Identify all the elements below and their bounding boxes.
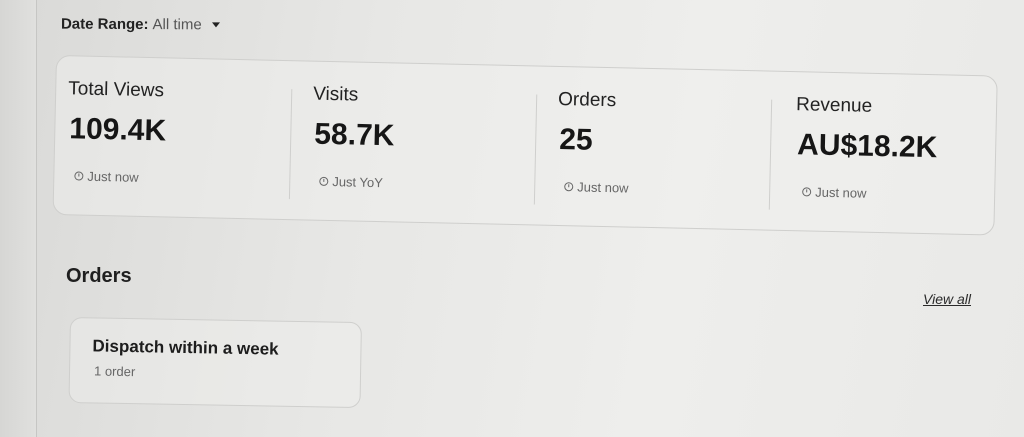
order-card-dispatch[interactable]: Dispatch within a week 1 order [68,317,362,409]
clock-icon [802,187,812,197]
stat-value: AU$18.2K [796,128,938,165]
clock-icon [564,182,574,192]
stat-meta: Just YoY [319,174,383,190]
stat-meta: Just now [74,168,139,185]
stat-revenue[interactable]: Revenue AU$18.2K Just now [782,72,985,216]
stat-meta: Just now [564,179,629,196]
stat-title: Revenue [795,94,873,117]
stat-visits[interactable]: Visits 58.7K Just YoY [299,61,532,206]
date-range-value: All time [152,16,202,34]
stats-card: Total Views 109.4K Just now Visits 58.7K… [52,55,998,236]
stat-title: Visits [312,83,359,106]
clock-icon [319,176,329,186]
order-card-subtitle: 1 order [93,363,136,380]
left-sidebar-edge [0,0,37,437]
stat-value: 58.7K [313,117,395,153]
screen: Date Range: All time Total Views 109.4K … [0,0,1024,437]
stat-title: Orders [557,88,617,112]
date-range-label: Date Range: [60,15,149,34]
stat-meta-text: Just now [577,179,629,196]
divider [288,89,293,200]
stat-meta-text: Just now [87,168,139,185]
stat-meta: Just now [802,184,867,201]
divider [533,94,538,205]
stat-meta-text: Just now [815,184,867,201]
stat-value: 109.4K [69,112,167,148]
view-all-link[interactable]: View all [923,291,971,307]
chevron-down-icon [211,22,220,28]
order-card-title: Dispatch within a week [92,336,279,359]
stat-orders[interactable]: Orders 25 Just now [544,67,777,212]
stat-title: Total Views [68,78,165,102]
clock-icon [74,171,84,181]
stat-meta-text: Just YoY [332,174,384,191]
stat-value: 25 [558,123,594,157]
orders-section-title: Orders [66,265,132,287]
stat-total-views[interactable]: Total Views 109.4K Just now [54,56,287,201]
date-range-dropdown[interactable]: Date Range: All time [61,16,220,34]
